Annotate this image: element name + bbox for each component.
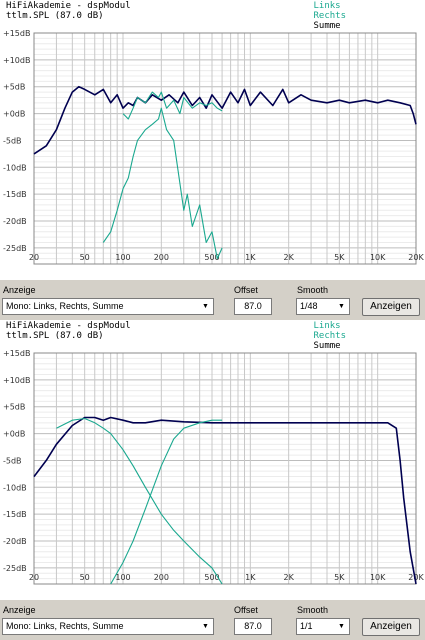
control-bar-2: Anzeige Mono: Links, Rechts, Summe ▼ Offs… <box>0 600 425 640</box>
series-line-links <box>56 417 223 585</box>
x-tick-label: 5K <box>334 573 345 582</box>
y-tick-label: +10dB <box>3 376 30 385</box>
x-tick-label: 2K <box>283 253 294 262</box>
y-tick-label: -20dB <box>3 217 27 226</box>
frequency-chart-2: +15dB +10dB +5dB +0dB -5dB -10dB -15dB -20dB -25… <box>0 320 425 600</box>
x-tick-label: 20 <box>29 573 39 582</box>
series-line-links <box>122 91 223 120</box>
x-tick-label: 100 <box>115 253 130 262</box>
y-tick-label: +15dB <box>3 349 30 358</box>
smooth-select[interactable]: 1/48 ▼ <box>296 298 350 315</box>
anzeige-label: Anzeige <box>3 285 36 295</box>
smooth-value: 1/1 <box>300 621 313 631</box>
anzeige-select[interactable]: Mono: Links, Rechts, Summe ▼ <box>2 618 214 635</box>
anzeigen-button[interactable]: Anzeigen <box>362 618 420 636</box>
x-tick-label: 50 <box>80 573 90 582</box>
x-tick-label: 5K <box>334 253 345 262</box>
y-tick-label: -10dB <box>3 163 27 172</box>
smooth-value: 1/48 <box>300 301 318 311</box>
chart-title-2: HiFiAkademie - dspModul <box>6 321 131 331</box>
offset-input[interactable]: 87.0 <box>234 618 272 635</box>
legend-summe: Summe <box>313 21 341 31</box>
x-tick-label: 100 <box>115 573 130 582</box>
anzeigen-button[interactable]: Anzeigen <box>362 298 420 316</box>
x-tick-label: 1K <box>245 253 256 262</box>
y-tick-label: +5dB <box>3 403 25 412</box>
legend-links: Links <box>313 1 341 11</box>
smooth-select[interactable]: 1/1 ▼ <box>296 618 350 635</box>
chevron-down-icon: ▼ <box>202 623 209 630</box>
smooth-label: Smooth <box>297 285 329 295</box>
anzeige-label: Anzeige <box>3 605 36 615</box>
y-tick-label: -5dB <box>3 136 22 145</box>
x-tick-label: 20K <box>408 253 424 262</box>
series-line-summe <box>33 85 417 155</box>
offset-input[interactable]: 87.0 <box>234 298 272 315</box>
frequency-plot-1: +15dB +10dB +5dB +0dB -5dB -10dB -15dB -20dB -25… <box>3 29 424 265</box>
offset-label: Offset <box>234 605 258 615</box>
y-tick-label: -20dB <box>3 537 27 546</box>
chart-subtitle-2: ttlm.SPL (87.0 dB) <box>6 331 104 341</box>
chart-legend-1: Links Rechts Summe <box>313 1 346 31</box>
chevron-down-icon: ▼ <box>338 623 345 630</box>
frequency-plot-2: +15dB +10dB +5dB +0dB -5dB -10dB -15dB -20dB -25… <box>3 349 424 585</box>
y-tick-label: +0dB <box>3 430 25 439</box>
y-tick-label: -25dB <box>3 564 27 573</box>
chart-legend-2: Links Rechts Summe <box>313 321 346 351</box>
chart-title-1: HiFiAkademie - dspModul <box>6 1 131 11</box>
smooth-label: Smooth <box>297 605 329 615</box>
chevron-down-icon: ▼ <box>202 303 209 310</box>
plot-border <box>33 352 417 585</box>
chevron-down-icon: ▼ <box>338 303 345 310</box>
x-tick-label: 1K <box>245 573 256 582</box>
y-tick-label: +10dB <box>3 56 30 65</box>
legend-rechts: Rechts <box>313 11 346 21</box>
chart-header-1: HiFiAkademie - dspModul ttlm.SPL (87.0 dB… <box>6 1 131 21</box>
chart-subtitle-1: ttlm.SPL (87.0 dB) <box>6 11 104 21</box>
x-tick-label: 2K <box>283 573 294 582</box>
x-tick-label: 200 <box>154 573 169 582</box>
legend-summe: Summe <box>313 341 341 351</box>
control-bar-1: Anzeige Mono: Links, Rechts, Summe ▼ Offs… <box>0 280 425 320</box>
x-tick-label: 20K <box>408 573 424 582</box>
y-tick-label: +5dB <box>3 83 25 92</box>
series-line-summe <box>33 416 417 585</box>
x-tick-label: 500 <box>204 573 219 582</box>
y-tick-label: -10dB <box>3 483 27 492</box>
offset-label: Offset <box>234 285 258 295</box>
x-tick-label: 50 <box>80 253 90 262</box>
x-tick-label: 10K <box>370 253 386 262</box>
plot-border <box>33 32 417 265</box>
frequency-chart-1: +15dB +10dB +5dB +0dB -5dB -10dB -15dB -20dB -25… <box>0 0 425 280</box>
x-tick-label: 200 <box>154 253 169 262</box>
y-tick-label: +15dB <box>3 29 30 38</box>
anzeige-value: Mono: Links, Rechts, Summe <box>6 301 124 311</box>
y-tick-label: +0dB <box>3 110 25 119</box>
x-tick-label: 10K <box>370 573 386 582</box>
anzeige-value: Mono: Links, Rechts, Summe <box>6 621 124 631</box>
anzeige-select[interactable]: Mono: Links, Rechts, Summe ▼ <box>2 298 214 315</box>
x-tick-label: 20 <box>29 253 39 262</box>
y-tick-label: -15dB <box>3 190 27 199</box>
y-tick-label: -25dB <box>3 244 27 253</box>
chart-header-2: HiFiAkademie - dspModul ttlm.SPL (87.0 dB… <box>6 321 131 341</box>
y-tick-label: -5dB <box>3 456 22 465</box>
legend-rechts: Rechts <box>313 331 346 341</box>
y-tick-label: -15dB <box>3 510 27 519</box>
legend-links: Links <box>313 321 341 331</box>
